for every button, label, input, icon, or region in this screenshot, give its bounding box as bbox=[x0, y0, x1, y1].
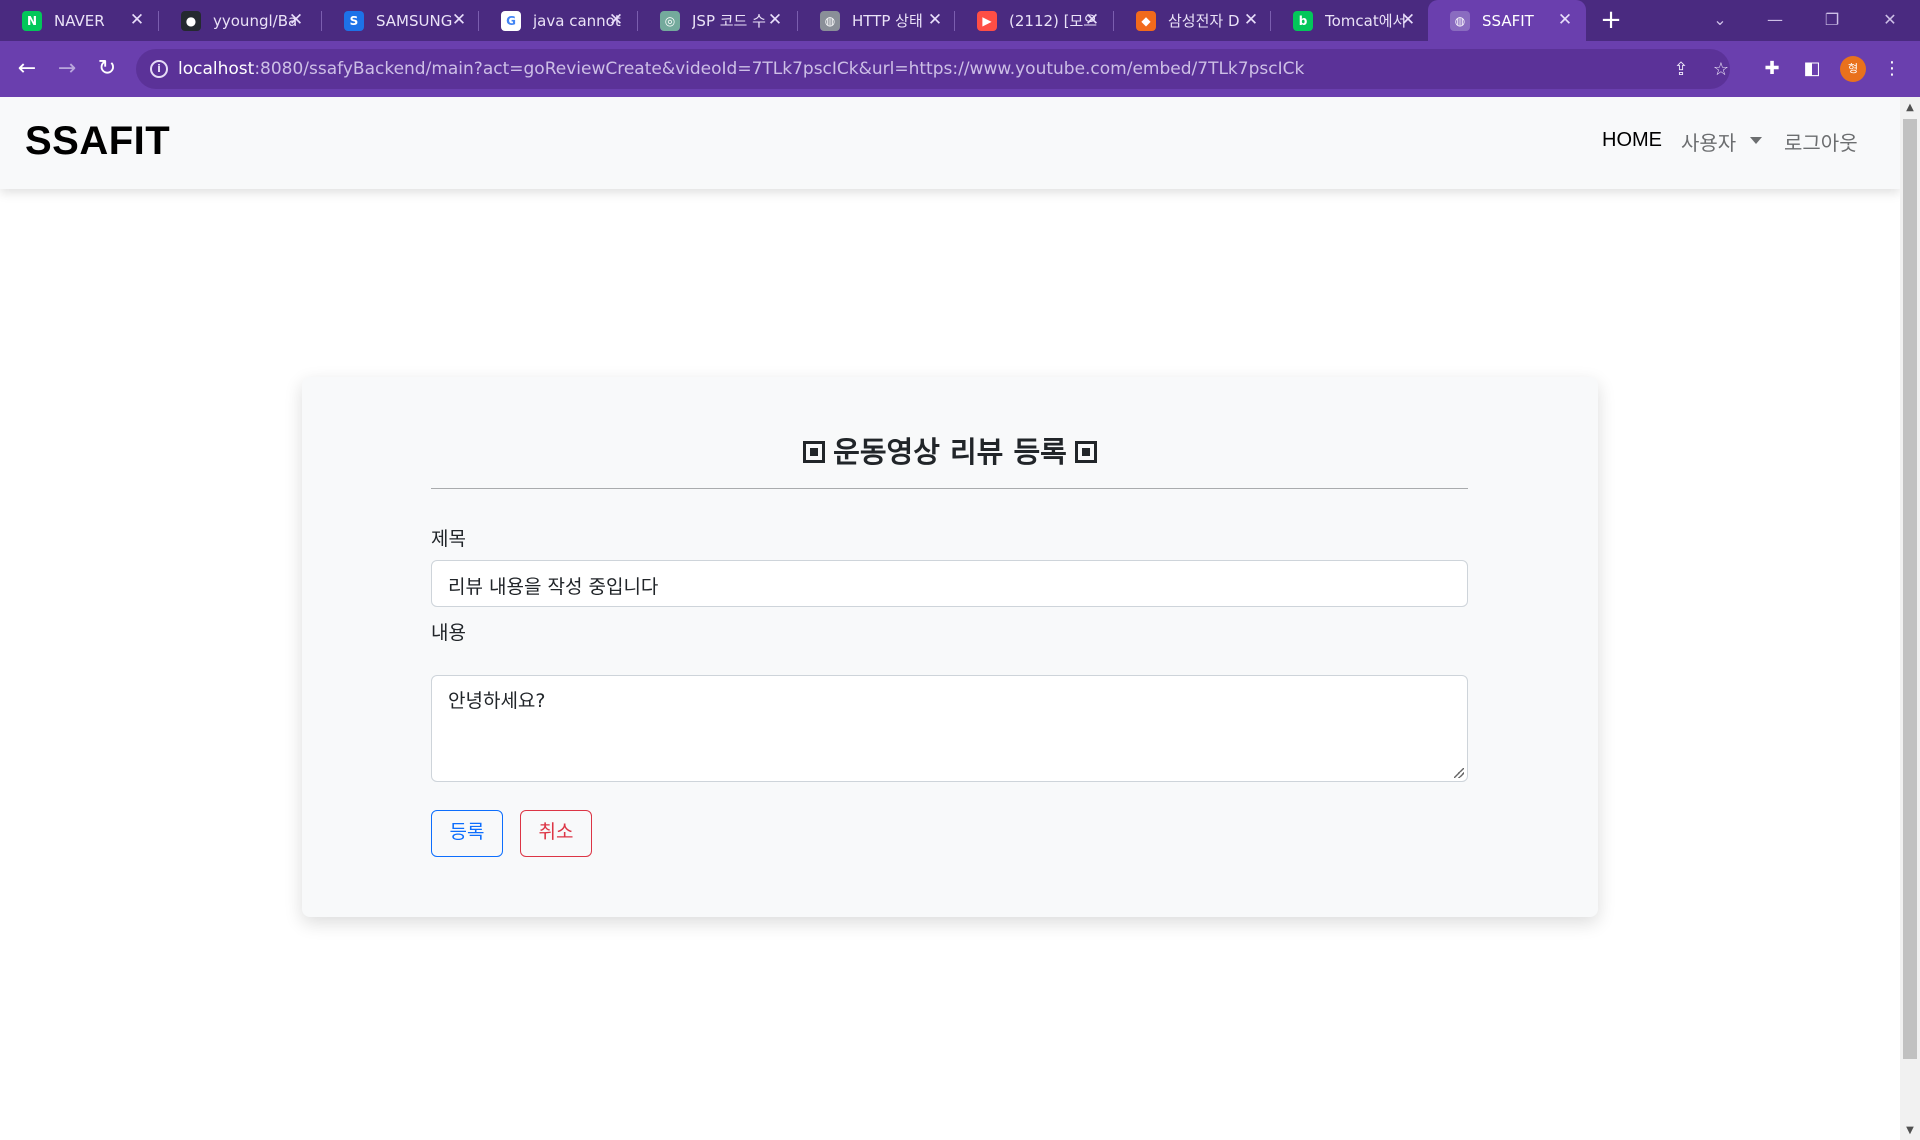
page-scrollbar[interactable]: ▲ ▼ bbox=[1900, 97, 1920, 1140]
nav-logout-link[interactable]: 로그아웃 bbox=[1784, 127, 1858, 156]
github-icon: ● bbox=[181, 10, 201, 31]
tab-close-icon[interactable]: ✕ bbox=[448, 9, 470, 31]
tab-close-icon[interactable]: ✕ bbox=[1397, 9, 1419, 31]
extensions-icon[interactable]: ✚ bbox=[1760, 57, 1784, 81]
divider bbox=[431, 488, 1468, 489]
globe-icon: ◍ bbox=[1450, 10, 1470, 31]
site-brand[interactable]: SSAFIT bbox=[25, 119, 170, 164]
swexpert-icon: ◆ bbox=[1136, 10, 1156, 31]
naver-blog-icon: b bbox=[1293, 10, 1313, 31]
naver-icon: N bbox=[22, 10, 42, 31]
title-input[interactable]: 리뷰 내용을 작성 중입니다 bbox=[431, 560, 1468, 607]
reload-icon[interactable]: ↻ bbox=[92, 54, 122, 84]
scroll-up-icon[interactable]: ▲ bbox=[1900, 99, 1920, 117]
restore-icon[interactable]: ❐ bbox=[1812, 6, 1852, 34]
scroll-down-icon[interactable]: ▼ bbox=[1900, 1122, 1920, 1140]
browser-toolbar: ← → ↻ i localhost:8080/ssafyBackend/main… bbox=[0, 41, 1920, 97]
back-icon[interactable]: ← bbox=[12, 54, 42, 84]
forward-icon[interactable]: → bbox=[52, 54, 82, 84]
site-navbar: SSAFIT HOME 사용자 로그아웃 bbox=[0, 97, 1900, 189]
browser-tab[interactable]: Gjava cannot ✕ bbox=[479, 0, 637, 41]
title-label: 제목 bbox=[431, 528, 466, 550]
tab-close-icon[interactable]: ✕ bbox=[285, 9, 307, 31]
side-panel-icon[interactable]: ◧ bbox=[1800, 57, 1824, 81]
tab-close-icon[interactable]: ✕ bbox=[924, 9, 946, 31]
content-textarea[interactable]: 안녕하세요? bbox=[431, 675, 1468, 782]
profile-avatar[interactable]: 형 bbox=[1840, 56, 1866, 82]
tab-close-icon[interactable]: ✕ bbox=[605, 9, 627, 31]
bookmark-star-icon[interactable]: ☆ bbox=[1710, 59, 1732, 81]
chrome-menu-icon[interactable]: ⋮ bbox=[1880, 57, 1904, 81]
form-title-text: 운동영상 리뷰 등록 bbox=[833, 435, 1067, 469]
form-title: 운동영상 리뷰 등록 bbox=[302, 429, 1598, 471]
nav-home-link[interactable]: HOME bbox=[1602, 129, 1662, 152]
tab-close-icon[interactable]: ✕ bbox=[1240, 9, 1262, 31]
cancel-button[interactable]: 취소 bbox=[520, 810, 592, 857]
tab-close-icon[interactable]: ✕ bbox=[126, 9, 148, 31]
submit-button[interactable]: 등록 bbox=[431, 810, 503, 857]
browser-tab[interactable]: ◍ HTTP 상태 ✕ bbox=[798, 0, 956, 41]
address-bar[interactable]: i localhost:8080/ssafyBackend/main?act=g… bbox=[136, 49, 1730, 89]
url-host: localhost bbox=[178, 59, 255, 79]
content-label: 내용 bbox=[431, 622, 466, 644]
scrollbar-thumb[interactable] bbox=[1903, 119, 1917, 1059]
browser-tab[interactable]: ◆ 삼성전자 D ✕ bbox=[1114, 0, 1272, 41]
tab-search-icon[interactable]: ⌄ bbox=[1700, 6, 1740, 34]
tab-close-icon[interactable]: ✕ bbox=[764, 9, 786, 31]
samsung-s-icon: S bbox=[344, 10, 364, 31]
square-icon bbox=[1074, 441, 1097, 463]
url-text[interactable]: localhost:8080/ssafyBackend/main?act=goR… bbox=[178, 59, 1304, 79]
browser-tab[interactable]: N NAVER ✕ bbox=[0, 0, 158, 41]
browser-tab[interactable]: b Tomcat에서 ✕ bbox=[1271, 0, 1429, 41]
share-icon[interactable]: ⇪ bbox=[1670, 59, 1692, 81]
window-close-icon[interactable]: ✕ bbox=[1870, 6, 1910, 34]
tab-close-icon[interactable]: ✕ bbox=[1554, 9, 1576, 31]
browser-tab[interactable]: ▶ (2112) [모으 ✕ bbox=[955, 0, 1113, 41]
youtube-icon: ▶ bbox=[977, 10, 997, 31]
browser-tab[interactable]: S SAMSUNG ✕ bbox=[322, 0, 480, 41]
globe-icon: ◍ bbox=[820, 10, 840, 31]
tab-close-icon[interactable]: ✕ bbox=[1081, 9, 1103, 31]
new-tab-button[interactable]: + bbox=[1596, 6, 1626, 36]
browser-tab[interactable]: ● yyoungl/Ba ✕ bbox=[159, 0, 317, 41]
browser-tab[interactable]: ◍ SSAFIT ✕ bbox=[1428, 0, 1586, 41]
url-path: :8080/ssafyBackend/main?act=goReviewCrea… bbox=[254, 59, 1305, 79]
browser-tab-strip: N NAVER ✕ ● yyoungl/Ba ✕ S SAMSUNG ✕ Gjava cannot… bbox=[0, 0, 1920, 41]
google-icon: G bbox=[501, 10, 521, 31]
caret-down-icon[interactable] bbox=[1750, 137, 1762, 144]
content-text: 안녕하세요? bbox=[448, 690, 546, 712]
square-icon bbox=[803, 441, 826, 463]
minimize-icon[interactable]: — bbox=[1755, 6, 1795, 34]
nav-user-dropdown[interactable]: 사용자 bbox=[1681, 127, 1736, 156]
page-viewport: SSAFIT HOME 사용자 로그아웃 운동영상 리뷰 등록 제목 리뷰 내용… bbox=[0, 97, 1900, 1140]
browser-tab[interactable]: ◎ JSP 코드 수 ✕ bbox=[638, 0, 796, 41]
resize-grip-icon[interactable] bbox=[1454, 768, 1464, 778]
chatgpt-icon: ◎ bbox=[660, 10, 680, 31]
review-form-card: 운동영상 리뷰 등록 제목 리뷰 내용을 작성 중입니다 내용 안녕하세요? 등… bbox=[302, 377, 1598, 917]
site-info-icon[interactable]: i bbox=[150, 60, 168, 78]
